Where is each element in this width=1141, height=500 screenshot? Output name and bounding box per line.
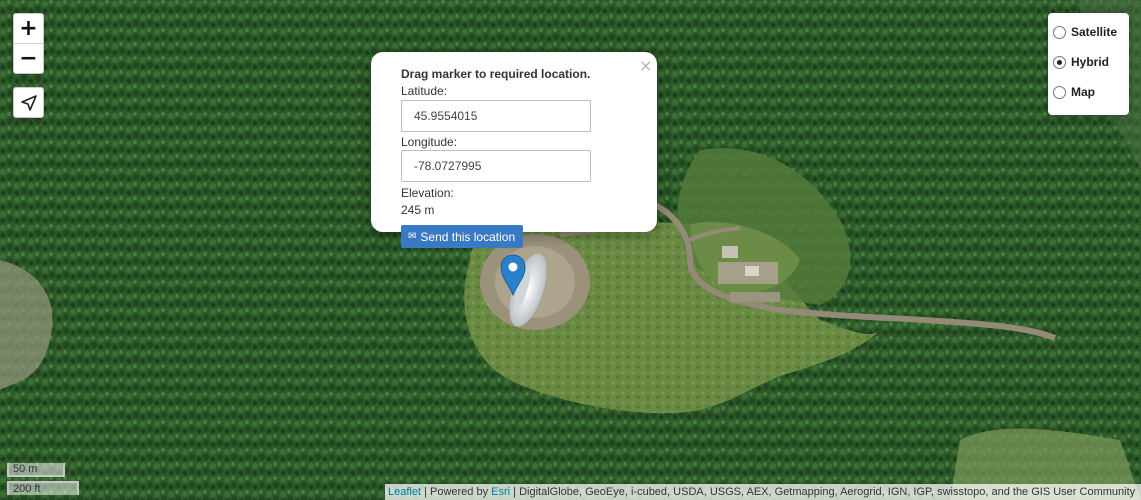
- map-pin-icon: [500, 254, 526, 297]
- layer-option-map[interactable]: Map: [1053, 85, 1095, 99]
- latitude-input[interactable]: [401, 100, 591, 132]
- scale-metric: 50 m: [7, 463, 65, 477]
- elevation-label: Elevation:: [401, 186, 454, 200]
- layer-label-map: Map: [1071, 85, 1095, 99]
- scale-imperial: 200 ft: [7, 481, 79, 495]
- longitude-label: Longitude:: [401, 135, 458, 149]
- layer-option-hybrid[interactable]: Hybrid: [1053, 55, 1109, 69]
- leaflet-link[interactable]: Leaflet: [388, 486, 421, 498]
- elevation-value: 245 m: [401, 203, 435, 217]
- layer-option-satellite[interactable]: Satellite: [1053, 25, 1117, 39]
- location-popup: × Drag marker to required location. Lati…: [371, 52, 657, 232]
- layer-label-hybrid: Hybrid: [1071, 55, 1110, 69]
- zoom-in-button[interactable]: +: [14, 14, 43, 43]
- attribution-powered-by: | Powered by: [421, 486, 492, 498]
- map-attribution: Leaflet | Powered by Esri | DigitalGlobe…: [385, 484, 1141, 500]
- layer-label-satellite: Satellite: [1071, 25, 1118, 39]
- zoom-out-button[interactable]: −: [14, 43, 43, 73]
- navigation-arrow-icon: [20, 94, 37, 111]
- location-marker[interactable]: [500, 254, 526, 301]
- locate-button[interactable]: [13, 87, 44, 118]
- esri-link[interactable]: Esri: [491, 486, 510, 498]
- send-location-label: Send this location: [420, 229, 516, 244]
- popup-close-button[interactable]: ×: [639, 56, 652, 75]
- radio-hybrid[interactable]: [1053, 55, 1066, 69]
- zoom-control: + −: [13, 13, 44, 74]
- envelope-icon: ✉: [408, 231, 417, 242]
- popup-title: Drag marker to required location.: [401, 67, 591, 81]
- send-location-button[interactable]: ✉ Send this location: [401, 225, 523, 248]
- latitude-label: Latitude:: [401, 84, 448, 98]
- scale-imperial-label: 200 ft: [7, 481, 79, 495]
- radio-satellite[interactable]: [1053, 25, 1066, 39]
- attribution-sources: | DigitalGlobe, GeoEye, i-cubed, USDA, U…: [510, 486, 1136, 498]
- longitude-input[interactable]: [401, 150, 591, 182]
- layer-switcher: Satellite Hybrid Map: [1048, 13, 1129, 115]
- radio-map[interactable]: [1053, 85, 1066, 99]
- scale-metric-label: 50 m: [7, 463, 65, 477]
